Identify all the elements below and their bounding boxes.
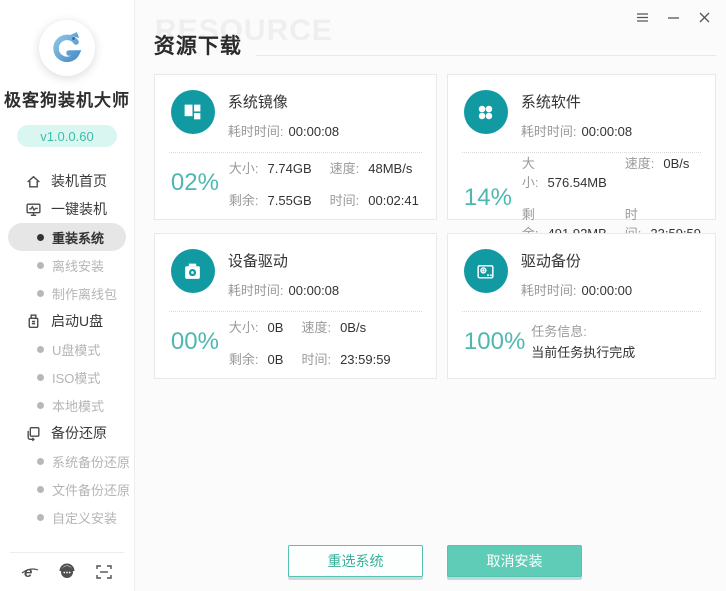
card-device-driver: 设备驱动 耗时时间:00:00:08 00% 大小:0B 速度:0B/s 剩余:… [154,233,437,379]
bullet-icon [37,346,44,353]
restore-icon [25,425,42,442]
scan-icon[interactable] [94,562,114,582]
card-system-image: 系统镜像 耗时时间:00:00:08 02% 大小:7.74GB 速度:48MB… [154,74,437,220]
bullet-icon [37,262,44,269]
bullet-icon [37,234,44,241]
bullet-icon [37,374,44,381]
task-info-label: 任务信息: [531,321,635,342]
main-content: RESOURCE 资源下载 系统镜像 耗时时间: 00:00:08 [135,0,726,591]
reselect-system-button[interactable]: 重选系统 [288,545,423,577]
svg-text:e: e [24,564,32,581]
card-title: 系统镜像 [228,91,339,112]
sidebar-item-make-offline-pack[interactable]: 制作离线包 [0,279,134,307]
minimize-icon[interactable] [666,10,681,25]
sidebar-item-offline-install[interactable]: 离线安装 [0,251,134,279]
app-title: 极客狗装机大师 [0,86,134,111]
card-title: 系统软件 [521,91,632,112]
elapsed-value: 00:00:08 [582,124,633,139]
bullet-icon [37,486,44,493]
card-title: 设备驱动 [228,250,339,271]
window-controls [635,10,712,25]
sidebar-item-file-backup-restore[interactable]: 文件备份还原 [0,475,134,503]
sidebar-item-reinstall-system[interactable]: 重装系统 [8,223,126,251]
task-status: 当前任务执行完成 [531,342,635,363]
sidebar: 极客狗装机大师 v1.0.0.60 装机首页 一键装机 [0,0,135,591]
elapsed-label: 耗时时间: [228,124,284,139]
disk-icon [464,249,508,293]
card-title: 驱动备份 [521,250,632,271]
action-bar: 重选系统 取消安装 [154,545,716,577]
elapsed-label: 耗时时间: [228,283,284,298]
monitor-icon [25,201,42,218]
driver-icon [171,249,215,293]
sidebar-item-local-mode[interactable]: 本地模式 [0,391,134,419]
sidebar-item-onekey-install[interactable]: 一键装机 [0,195,134,223]
headset-icon[interactable] [57,562,77,582]
app-logo-icon [39,20,95,76]
elapsed-label: 耗时时间: [521,283,577,298]
progress-percent: 02% [171,169,227,197]
usb-icon [25,313,42,330]
bullet-icon [37,514,44,521]
browser-icon[interactable]: e [20,562,40,582]
sidebar-footer: e [0,552,134,591]
progress-percent: 100% [464,328,525,356]
progress-percent: 00% [171,328,227,356]
divider [256,55,716,56]
page-title: 资源下载 [154,30,242,60]
cancel-install-button[interactable]: 取消安装 [447,545,582,577]
sidebar-item-backup-restore[interactable]: 备份还原 [0,419,134,447]
apps-icon [464,90,508,134]
card-system-software: 系统软件 耗时时间:00:00:08 14% 大小:576.54MB 速度:0B… [447,74,716,220]
elapsed-label: 耗时时间: [521,124,577,139]
elapsed-value: 00:00:08 [289,283,340,298]
download-cards: 系统镜像 耗时时间:00:00:08 02% 大小:7.74GB 速度:48MB… [154,74,716,379]
sidebar-item-home[interactable]: 装机首页 [0,167,134,195]
version-badge: v1.0.0.60 [17,125,117,147]
sidebar-item-boot-usb[interactable]: 启动U盘 [0,307,134,335]
sidebar-menu: 装机首页 一键装机 重装系统 离线安装 制作离线包 [0,167,134,531]
app-window: 极客狗装机大师 v1.0.0.60 装机首页 一键装机 [0,0,726,591]
page-header: RESOURCE 资源下载 [154,30,716,60]
card-driver-backup: 驱动备份 耗时时间: 00:00:00 100% 任务信息: 当前任务执行完成 [447,233,716,379]
close-icon[interactable] [697,10,712,25]
elapsed-value: 00:00:08 [289,124,340,139]
sidebar-item-system-backup-restore[interactable]: 系统备份还原 [0,447,134,475]
bullet-icon [37,402,44,409]
sidebar-item-custom-install[interactable]: 自定义安装 [0,503,134,531]
sidebar-item-iso-mode[interactable]: ISO模式 [0,363,134,391]
home-icon [25,173,42,190]
window-menu-icon[interactable] [635,10,650,25]
sidebar-item-usb-mode[interactable]: U盘模式 [0,335,134,363]
windows-icon [171,90,215,134]
elapsed-value: 00:00:00 [582,283,633,298]
progress-percent: 14% [464,184,520,212]
bullet-icon [37,458,44,465]
bullet-icon [37,290,44,297]
